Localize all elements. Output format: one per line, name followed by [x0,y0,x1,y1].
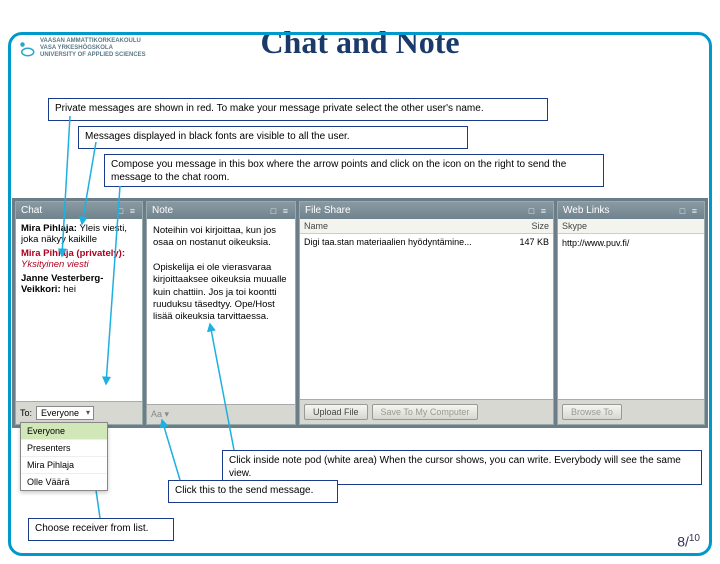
chat-to-opt-3[interactable]: Olle Väärä [21,474,107,490]
fileshare-body: Digi taa.stan materiaalien hyödyntämine.… [300,234,553,399]
chat-msg-1-name: Mira Pihlaja (privately): [21,248,125,259]
chat-header-icons[interactable]: □ ≡ [118,206,137,216]
chat-title: Chat [21,205,42,216]
logo-line2: VASA YRKESHÖGSKOLA [40,45,146,52]
logo-icon [18,40,36,58]
fileshare-title: File Share [305,205,351,216]
weblinks-item-0[interactable]: http://www.puv.fi/ [562,238,700,248]
col-size: Size [499,221,549,231]
chat-body: Mira Pihlaja: Yleis viesti, joka näkyy k… [16,219,142,401]
chat-to-select[interactable]: Everyone [36,406,94,420]
fileshare-footer: Upload File Save To My Computer [300,399,553,424]
callout-send-msg: Click this to the send message. [168,480,338,503]
file-row-0-name: Digi taa.stan materiaalien hyödyntämine.… [304,237,499,247]
callout-compose-box: Compose you message in this box where th… [104,154,604,187]
page-total: 10 [689,533,700,544]
col-name: Name [304,221,499,231]
note-header-icons[interactable]: □ ≡ [271,206,290,216]
chat-to-opt-0[interactable]: Everyone [21,423,107,440]
fileshare-columns: Name Size [300,219,553,234]
save-to-computer-button[interactable]: Save To My Computer [372,404,479,420]
callout-black-msgs: Messages displayed in black fonts are vi… [78,126,468,149]
file-row-0[interactable]: Digi taa.stan materiaalien hyödyntämine.… [300,234,553,250]
weblinks-title: Web Links [563,205,610,216]
upload-file-button[interactable]: Upload File [304,404,368,420]
fileshare-pane: File Share □ ≡ Name Size Digi taa.stan m… [299,201,554,425]
callout-receiver-list: Choose receiver from list. [28,518,174,541]
chat-msg-0-name: Mira Pihlaja: [21,223,77,234]
weblinks-body: http://www.puv.fi/ [558,234,704,399]
chat-to-opt-1[interactable]: Presenters [21,440,107,457]
weblinks-footer: Browse To [558,399,704,424]
note-footer: Aa ▾ [147,404,295,424]
note-title: Note [152,205,173,216]
callout-private-msgs: Private messages are shown in red. To ma… [48,98,548,121]
chat-msg-1: Mira Pihlaja (privately): Yksityinen vie… [21,248,137,271]
chat-footer: To: Everyone Everyone Presenters Mira Pi… [16,401,142,424]
weblinks-pane-header: Web Links □ ≡ [558,202,704,219]
fileshare-header-icons[interactable]: □ ≡ [529,206,548,216]
weblinks-list-header: Skype [558,219,704,234]
page-number: 8/10 [677,533,700,550]
chat-to-opt-2[interactable]: Mira Pihlaja [21,457,107,474]
chat-msg-1-text: Yksityinen viesti [21,259,89,270]
browse-to-button[interactable]: Browse To [562,404,622,420]
note-pane: Note □ ≡ Noteihin voi kirjoittaa, kun jo… [146,201,296,425]
note-font-control[interactable]: Aa ▾ [151,409,169,420]
file-row-0-size: 147 KB [499,237,549,247]
logo-line3: UNIVERSITY OF APPLIED SCIENCES [40,52,146,59]
chat-to-label: To: [20,408,32,418]
chat-msg-0: Mira Pihlaja: Yleis viesti, joka näkyy k… [21,223,137,246]
weblinks-header-icons[interactable]: □ ≡ [680,206,699,216]
page-current: 8 [677,534,685,550]
weblinks-pane: Web Links □ ≡ Skype http://www.puv.fi/ B… [557,201,705,425]
chat-pane-header: Chat □ ≡ [16,202,142,219]
chat-pane: Chat □ ≡ Mira Pihlaja: Yleis viesti, jok… [15,201,143,425]
fileshare-pane-header: File Share □ ≡ [300,202,553,219]
chat-msg-2: Janne Vesterberg-Veikkori: hei [21,273,137,296]
note-pane-header: Note □ ≡ [147,202,295,219]
weblinks-list-header-text: Skype [562,221,587,231]
chat-msg-2-text: hei [63,284,76,295]
note-body[interactable]: Noteihin voi kirjoittaa, kun jos osaa on… [147,219,295,404]
app-region: Chat □ ≡ Mira Pihlaja: Yleis viesti, jok… [12,198,708,428]
institution-logo: VAASAN AMMATTIKORKEAKOULU VASA YRKESHÖGS… [18,38,146,60]
chat-to-dropdown[interactable]: Everyone Presenters Mira Pihlaja Olle Vä… [20,422,108,491]
